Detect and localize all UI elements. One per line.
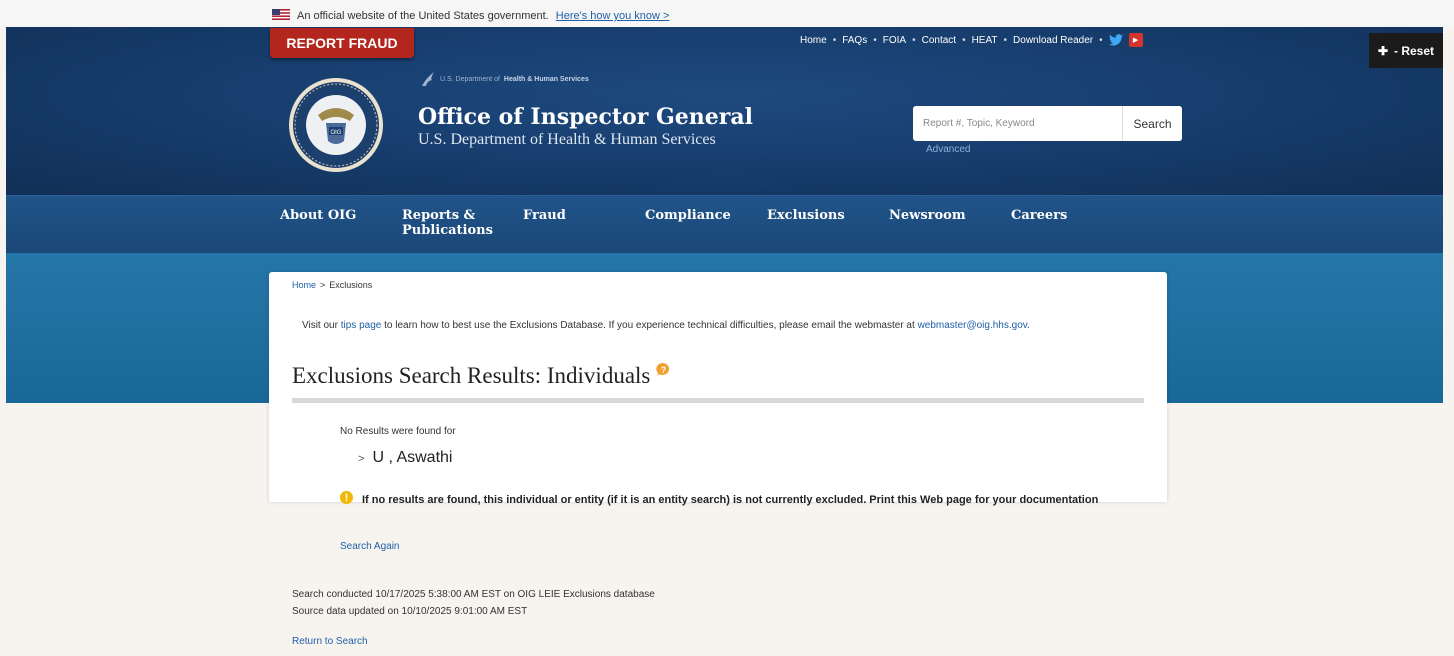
utility-separator: • [873, 34, 877, 46]
breadcrumb-current: Exclusions [329, 280, 373, 290]
nav-careers[interactable]: Careers [1011, 208, 1067, 223]
breadcrumb-home[interactable]: Home [292, 280, 316, 290]
seal-text: OIG [330, 130, 341, 136]
nav-reports-line1: Reports & [402, 208, 476, 223]
utility-separator: • [1099, 34, 1103, 46]
gov-banner-label: An official website of the United States… [297, 10, 549, 22]
tips-page-link[interactable]: tips page [341, 320, 382, 331]
utility-separator: • [962, 34, 966, 46]
no-results-label: No Results were found for [340, 426, 456, 437]
intro-mid: to learn how to best use the Exclusions … [384, 320, 915, 331]
utility-download-reader-link[interactable]: Download Reader [1013, 35, 1093, 46]
search-conducted-text: Search conducted 10/17/2025 5:38:00 AM E… [292, 589, 655, 600]
utility-heat-link[interactable]: HEAT [972, 35, 998, 46]
advanced-search-link[interactable]: Advanced [926, 144, 970, 155]
breadcrumb-separator: > [320, 280, 326, 290]
intro-pre: Visit our [302, 320, 338, 331]
help-bubble-icon[interactable]: ? [655, 362, 671, 378]
svg-text:?: ? [661, 365, 667, 375]
site-search: Search [913, 106, 1182, 141]
breadcrumb: Home > Exclusions [292, 280, 372, 290]
us-flag-icon [272, 9, 290, 20]
youtube-icon[interactable]: ▶ [1128, 33, 1143, 47]
dept-name: Health & Human Services [503, 75, 589, 83]
chevron-right-icon: > [358, 453, 365, 465]
utility-foia-link[interactable]: FOIA [883, 35, 906, 46]
gov-banner: An official website of the United States… [0, 0, 1454, 27]
page-title: Exclusions Search Results: Individuals [292, 363, 651, 388]
reset-button[interactable]: ✚ - Reset [1369, 33, 1443, 68]
source-updated-text: Source data updated on 10/10/2025 9:01:0… [292, 606, 528, 617]
nav-fraud[interactable]: Fraud [523, 208, 566, 223]
site-subtitle: U.S. Department of Health & Human Servic… [418, 131, 716, 148]
dept-prefix: U.S. Department of [440, 75, 500, 83]
report-fraud-button[interactable]: REPORT FRAUD [270, 28, 414, 58]
main-nav: About OIG Reports & Publications Fraud C… [6, 195, 1443, 254]
nav-reports-line2: Publications [402, 223, 493, 238]
nav-exclusions[interactable]: Exclusions [767, 208, 845, 223]
oig-seal-icon[interactable]: OIG [288, 77, 384, 173]
utility-contact-link[interactable]: Contact [922, 35, 956, 46]
return-to-search-link[interactable]: Return to Search [292, 636, 368, 647]
plus-icon: ✚ [1377, 43, 1389, 58]
site-title[interactable]: Office of Inspector General [418, 104, 753, 130]
heres-how-you-know-link[interactable]: Here's how you know > [556, 10, 670, 22]
webmaster-email-link[interactable]: webmaster@oig.hhs.gov [918, 320, 1027, 331]
utility-separator: • [912, 34, 916, 46]
twitter-icon[interactable] [1108, 34, 1123, 46]
title-divider [292, 398, 1144, 403]
utility-separator: • [1003, 34, 1008, 46]
search-input[interactable] [913, 106, 1122, 141]
utility-nav: Home • FAQs • FOIA • Contact • HEAT • Do… [800, 33, 1143, 47]
utility-faqs-link[interactable]: FAQs [842, 35, 867, 46]
nav-about-oig[interactable]: About OIG [280, 208, 356, 223]
nav-newsroom[interactable]: Newsroom [889, 208, 966, 223]
nav-reports-publications[interactable]: Reports & Publications [402, 208, 493, 238]
utility-home-link[interactable]: Home [800, 35, 827, 46]
reset-label: - Reset [1394, 43, 1435, 58]
gov-banner-text: An official website of the United States… [297, 10, 669, 22]
exclusion-notice: If no results are found, this individual… [362, 494, 1099, 506]
search-button[interactable]: Search [1122, 106, 1182, 141]
utility-separator: • [832, 34, 837, 46]
hhs-department-line: U.S. Department of Health & Human Servic… [420, 70, 589, 88]
searched-name-value: U , Aswathi [372, 449, 453, 466]
intro-end: . [1027, 320, 1030, 331]
search-again-link[interactable]: Search Again [340, 541, 400, 552]
hhs-eagle-icon [422, 72, 434, 86]
nav-compliance[interactable]: Compliance [645, 208, 731, 223]
intro-text: Visit our tips page to learn how to best… [302, 320, 1030, 331]
searched-name: > U , Aswathi [358, 449, 452, 467]
